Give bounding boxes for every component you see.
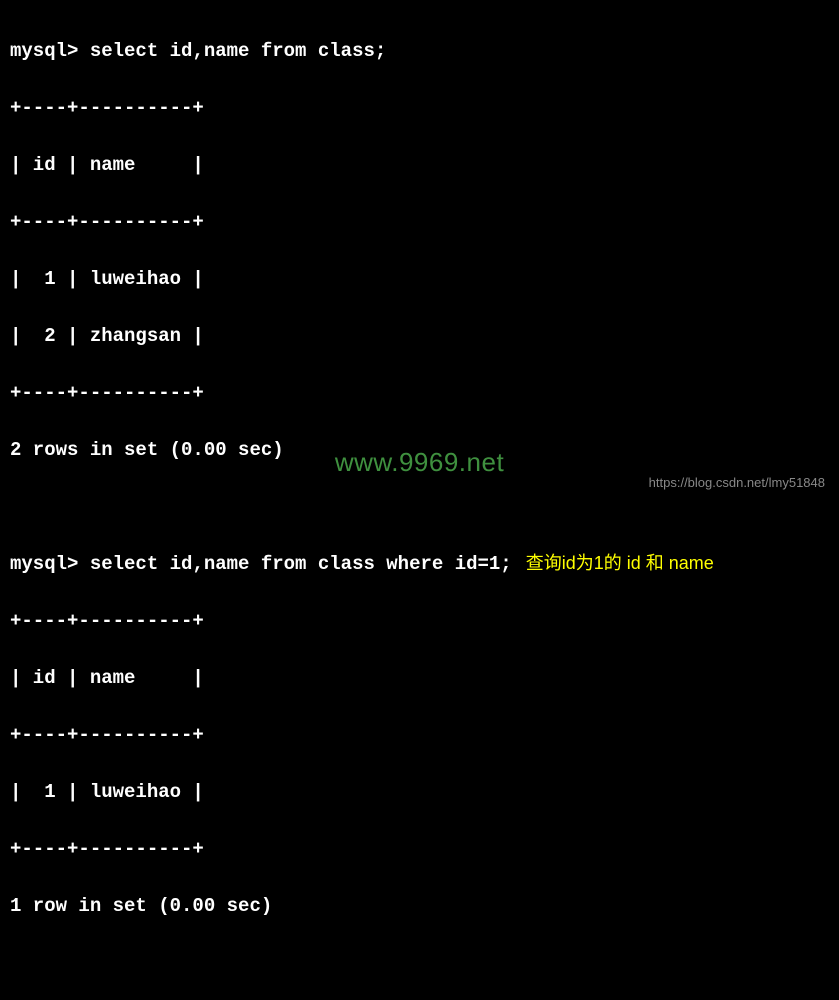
blank-line [10, 493, 829, 522]
query2-border-top: +----+----------+ [10, 607, 829, 636]
query1-prompt-line: mysql> select id,name from class; [10, 37, 829, 66]
query2-border-mid: +----+----------+ [10, 721, 829, 750]
query1-border-bot: +----+----------+ [10, 379, 829, 408]
query2-row-1: | 1 | luweihao | [10, 778, 829, 807]
blank-line [10, 949, 829, 978]
mysql-prompt: mysql> [10, 550, 78, 579]
watermark-gray: https://blog.csdn.net/lmy51848 [649, 473, 825, 493]
query1-row-1: | 1 | luweihao | [10, 265, 829, 294]
query1-header-row: | id | name | [10, 151, 829, 180]
query2-status: 1 row in set (0.00 sec) [10, 892, 829, 921]
query2-sql: select id,name from class where id=1; [90, 550, 512, 579]
query2-border-bot: +----+----------+ [10, 835, 829, 864]
query1-border-mid: +----+----------+ [10, 208, 829, 237]
watermark-green: www.9969.net [335, 443, 504, 482]
query2-header-row: | id | name | [10, 664, 829, 693]
query1-row-2: | 2 | zhangsan | [10, 322, 829, 351]
query1-sql: select id,name from class; [90, 40, 386, 62]
mysql-prompt: mysql> [10, 40, 78, 62]
query2-prompt-line: mysql> select id,name from class where i… [10, 550, 829, 579]
query1-border-top: +----+----------+ [10, 94, 829, 123]
query2-annotation: 查询id为1的 id 和 name [526, 550, 714, 577]
terminal-output: mysql> select id,name from class; +----+… [10, 8, 829, 1000]
